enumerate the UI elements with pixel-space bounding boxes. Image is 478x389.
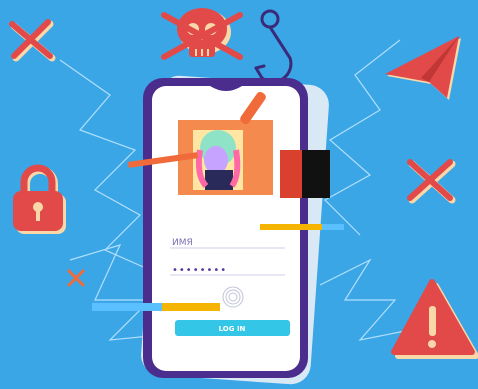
cross-icon [407, 159, 456, 204]
warning-icon [391, 279, 478, 359]
fishing-hook-icon [254, 9, 293, 84]
login-button-label: LOG IN [219, 325, 246, 333]
cross-icon [67, 269, 85, 287]
scene: ИМЯ •••••••• LOG IN [9, 8, 478, 385]
phishing-illustration: ИМЯ •••••••• LOG IN [0, 0, 478, 389]
skull-icon [161, 8, 243, 60]
padlock-icon [13, 164, 66, 234]
username-field[interactable]: ИМЯ [172, 238, 193, 248]
password-field[interactable]: •••••••• [172, 265, 227, 276]
paper-plane-icon [385, 36, 461, 100]
cross-icon [9, 19, 56, 62]
